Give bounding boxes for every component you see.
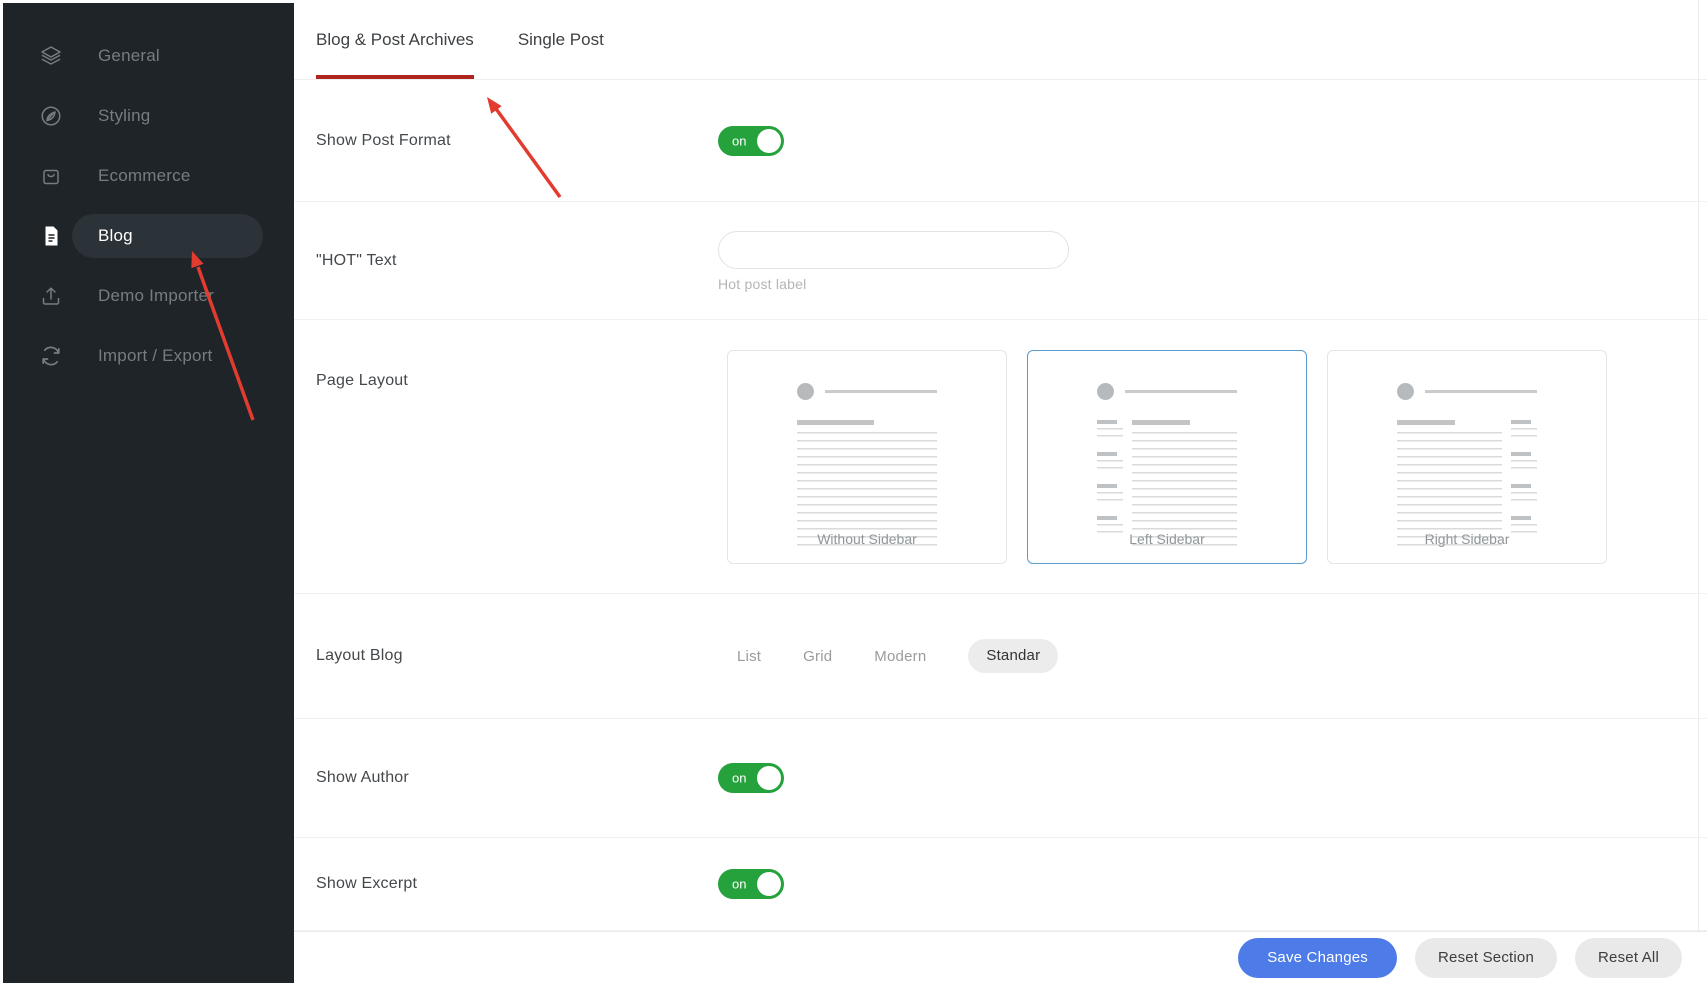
setting-label: Page Layout <box>316 320 718 593</box>
toggle-state-label: on <box>732 771 746 786</box>
feather-icon <box>39 104 63 128</box>
sidebar-item-general[interactable]: General <box>3 26 294 86</box>
layout-card-caption: Left Sidebar <box>1028 531 1306 547</box>
setting-label: Show Excerpt <box>316 875 718 893</box>
tab-blog-post-archives[interactable]: Blog & Post Archives <box>316 0 474 79</box>
sync-icon <box>39 344 63 368</box>
show-excerpt-toggle[interactable]: on <box>718 869 784 899</box>
layout-card-without-sidebar[interactable]: Without Sidebar <box>727 350 1007 564</box>
avatar-dot <box>1097 383 1114 400</box>
setting-label: Show Post Format <box>316 132 718 150</box>
sidebar-item-demo-importer[interactable]: Demo Importer <box>3 266 294 326</box>
layout-card-left-sidebar[interactable]: Left Sidebar <box>1027 350 1307 564</box>
setting-label: "HOT" Text <box>316 252 718 270</box>
reset-all-button[interactable]: Reset All <box>1575 938 1682 978</box>
layout-blog-option-list[interactable]: List <box>737 648 761 665</box>
upload-icon <box>39 284 63 308</box>
layout-card-right-sidebar[interactable]: Right Sidebar <box>1327 350 1607 564</box>
sidebar-item-label: Import / Export <box>98 346 212 366</box>
layout-card-caption: Without Sidebar <box>728 531 1006 547</box>
sidebar-item-label: Demo Importer <box>98 286 214 306</box>
hot-text-helper: Hot post label <box>718 276 1707 292</box>
tab-label: Blog & Post Archives <box>316 30 474 50</box>
page-layout-options: Without Sidebar <box>718 320 1707 564</box>
sidebar-nav: General Styling Ecommerce <box>3 3 294 386</box>
shopping-bag-icon <box>39 164 63 188</box>
setting-row-show-post-format: Show Post Format on <box>294 80 1707 202</box>
layout-blog-option-standar[interactable]: Standar <box>968 639 1058 673</box>
setting-row-hot-text: "HOT" Text Hot post label <box>294 202 1707 320</box>
sidebar: General Styling Ecommerce <box>3 3 294 983</box>
sidebar-item-import-export[interactable]: Import / Export <box>3 326 294 386</box>
layers-icon <box>39 44 63 68</box>
show-post-format-toggle[interactable]: on <box>718 126 784 156</box>
settings-content: Blog & Post Archives Single Post Show Po… <box>294 0 1707 983</box>
sidebar-item-blog[interactable]: Blog <box>3 206 294 266</box>
setting-control: on <box>718 763 1707 793</box>
setting-control: Hot post label <box>718 229 1707 292</box>
setting-row-show-author: Show Author on <box>294 719 1707 838</box>
setting-row-layout-blog: Layout Blog List Grid Modern Standar <box>294 594 1707 719</box>
sidebar-item-label: Styling <box>98 106 150 126</box>
setting-label: Layout Blog <box>316 647 718 665</box>
toggle-knob <box>757 129 781 153</box>
setting-row-show-excerpt: Show Excerpt on <box>294 838 1707 931</box>
toggle-state-label: on <box>732 133 746 148</box>
theme-options-panel: General Styling Ecommerce <box>0 0 1707 983</box>
tab-label: Single Post <box>518 30 604 50</box>
toggle-knob <box>757 766 781 790</box>
sidebar-item-ecommerce[interactable]: Ecommerce <box>3 146 294 206</box>
action-bar: Save Changes Reset Section Reset All <box>294 931 1707 983</box>
section-tabs: Blog & Post Archives Single Post <box>294 0 1707 80</box>
layout-blog-options: List Grid Modern Standar <box>718 639 1058 673</box>
layout-blog-option-grid[interactable]: Grid <box>803 648 832 665</box>
sidebar-item-styling[interactable]: Styling <box>3 86 294 146</box>
avatar-dot <box>797 383 814 400</box>
layout-card-caption: Right Sidebar <box>1328 531 1606 547</box>
sidebar-item-label: Ecommerce <box>98 166 191 186</box>
setting-control: on <box>718 869 1707 899</box>
show-author-toggle[interactable]: on <box>718 763 784 793</box>
save-changes-button[interactable]: Save Changes <box>1238 938 1397 978</box>
layout-blog-option-modern[interactable]: Modern <box>874 648 926 665</box>
setting-label: Show Author <box>316 769 718 787</box>
reset-section-button[interactable]: Reset Section <box>1415 938 1557 978</box>
scrollbar-gutter <box>1698 0 1699 983</box>
setting-control: List Grid Modern Standar <box>718 639 1707 673</box>
setting-control: Without Sidebar <box>718 320 1707 593</box>
sidebar-item-label: General <box>98 46 160 66</box>
setting-row-page-layout: Page Layout <box>294 320 1707 594</box>
setting-control: on <box>718 126 1707 156</box>
avatar-dot <box>1397 383 1414 400</box>
tab-single-post[interactable]: Single Post <box>518 0 604 79</box>
toggle-state-label: on <box>732 877 746 892</box>
hot-text-input[interactable] <box>718 231 1069 269</box>
sidebar-item-label: Blog <box>98 226 133 246</box>
document-icon <box>39 224 63 248</box>
toggle-knob <box>757 872 781 896</box>
